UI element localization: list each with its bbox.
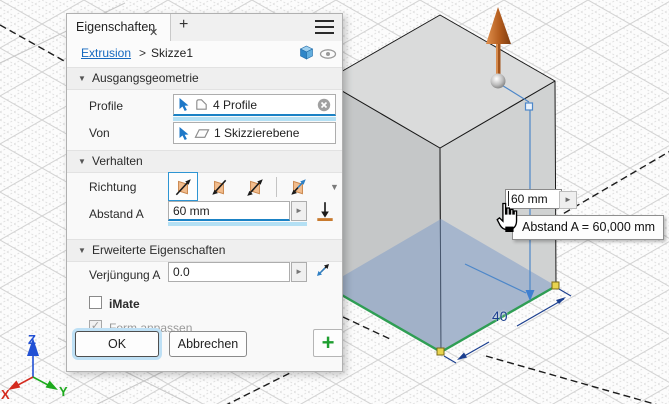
- from-value: 1 Skizzierebene: [214, 126, 331, 140]
- direction-flipped-button[interactable]: [204, 172, 234, 201]
- imate-label: iMate: [109, 297, 140, 311]
- taper-label: Verjüngung A: [89, 268, 160, 282]
- axes-triad: Z X Y: [0, 330, 74, 400]
- select-cursor-icon: [178, 97, 190, 112]
- direction-default-button[interactable]: [168, 172, 198, 201]
- chevron-down-icon[interactable]: ▼: [330, 182, 339, 192]
- profile-value: 4 Profile: [213, 98, 313, 112]
- profile-field[interactable]: 4 Profile: [173, 94, 336, 116]
- properties-panel: Eigenschaften ✕ + Extrusion > Skizze1 ▼ …: [66, 13, 343, 372]
- select-cursor-icon: [178, 126, 190, 141]
- cancel-button[interactable]: Abbrechen: [169, 331, 247, 357]
- add-feature-button[interactable]: +: [313, 329, 343, 357]
- hand-cursor-icon: [496, 202, 520, 232]
- add-tab-button[interactable]: +: [179, 16, 188, 34]
- taper-input[interactable]: 0.0: [168, 262, 290, 282]
- direction-asymmetric-icon: [288, 177, 308, 197]
- direction-label: Richtung: [89, 180, 136, 194]
- canvas-expander-button[interactable]: ►: [559, 191, 577, 209]
- width-dimension-label[interactable]: 40: [492, 308, 508, 324]
- x-axis-label: X: [1, 387, 10, 400]
- profile-shape-icon: [194, 97, 209, 112]
- distance-input[interactable]: 60 mm: [168, 201, 290, 221]
- ok-button[interactable]: OK: [75, 331, 159, 357]
- tab-title: Eigenschaften: [76, 20, 155, 34]
- solid-cube-icon[interactable]: [298, 44, 315, 61]
- collapse-icon[interactable]: ▼: [78, 68, 86, 89]
- section-header-geometry[interactable]: ▼ Ausgangsgeometrie: [67, 67, 342, 90]
- breadcrumb-sketch: Skizze1: [151, 46, 193, 60]
- section-title: Ausgangsgeometrie: [92, 68, 199, 89]
- sketch-plane-icon: [194, 126, 210, 141]
- direction-asymmetric-button[interactable]: [283, 172, 313, 201]
- y-axis-arrow: [46, 381, 58, 391]
- menu-icon[interactable]: [315, 20, 334, 34]
- distance-value: 60 mm: [173, 204, 210, 218]
- section-title: Verhalten: [92, 151, 143, 172]
- sketch-vertex[interactable]: [552, 282, 559, 289]
- distance-highlight-bar: [168, 222, 307, 226]
- direction-flipped-icon: [209, 177, 229, 197]
- distance-tooltip: Abstand A = 60,000 mm: [512, 215, 664, 240]
- taper-angle-icon[interactable]: [313, 260, 333, 280]
- breadcrumb-feature-link[interactable]: Extrusion: [81, 46, 131, 60]
- breadcrumb-separator: >: [139, 46, 146, 60]
- section-header-advanced[interactable]: ▼ Erweiterte Eigenschaften: [67, 239, 342, 262]
- collapse-icon[interactable]: ▼: [78, 151, 86, 172]
- taper-value: 0.0: [173, 265, 190, 279]
- tab-bar: Eigenschaften ✕ +: [67, 14, 342, 42]
- direction-default-icon: [173, 177, 193, 197]
- direction-symmetric-button[interactable]: [240, 172, 270, 201]
- taper-expander-button[interactable]: ►: [291, 262, 307, 282]
- x-axis-arrow: [8, 381, 20, 391]
- z-axis-label: Z: [28, 332, 36, 347]
- eye-icon[interactable]: [319, 48, 337, 60]
- from-field[interactable]: 1 Skizzierebene: [173, 122, 336, 144]
- distance-label: Abstand A: [89, 207, 144, 221]
- from-label: Von: [89, 126, 110, 140]
- y-axis-label: Y: [59, 384, 68, 399]
- distance-expander-button[interactable]: ►: [291, 201, 307, 221]
- section-title: Erweiterte Eigenschaften: [92, 240, 225, 261]
- tab-eigenschaften[interactable]: Eigenschaften ✕: [67, 14, 171, 41]
- breadcrumb: Extrusion > Skizze1: [67, 41, 342, 67]
- imate-checkbox[interactable]: [89, 296, 102, 309]
- clear-selection-icon[interactable]: [317, 98, 331, 112]
- sketch-vertex[interactable]: [437, 348, 444, 355]
- flip-direction-icon[interactable]: [314, 200, 336, 222]
- direction-button-group: [168, 172, 313, 201]
- profile-highlight-bar: [173, 117, 336, 121]
- profile-label: Profile: [89, 99, 123, 113]
- collapse-icon[interactable]: ▼: [78, 240, 86, 261]
- divider: [276, 177, 277, 197]
- manipulator-sphere[interactable]: [491, 74, 506, 89]
- direction-symmetric-icon: [245, 177, 265, 197]
- section-header-behavior[interactable]: ▼ Verhalten: [67, 150, 342, 173]
